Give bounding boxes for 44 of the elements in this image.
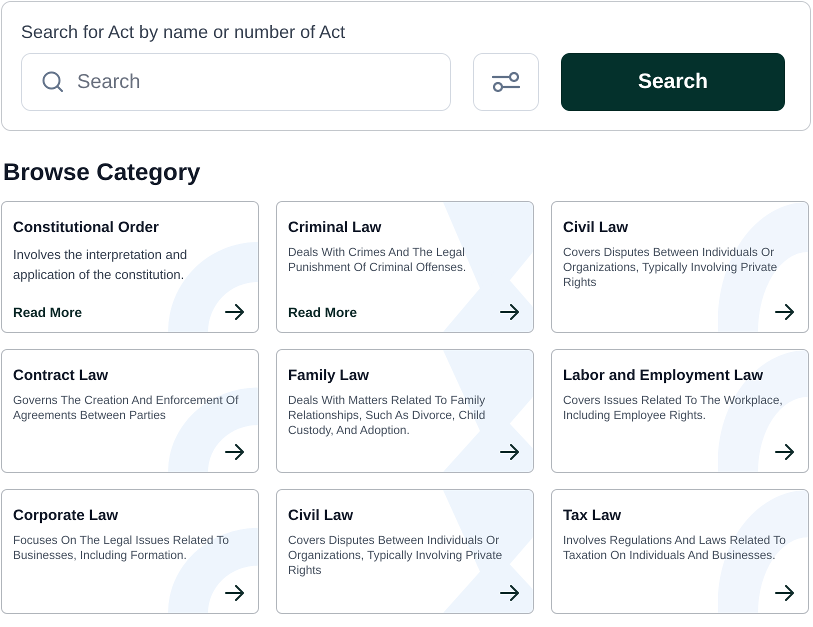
category-card[interactable]: Labor and Employment Law Covers Issues Related To The Workplace, Including Employee Rights. [551, 349, 809, 473]
filter-button[interactable] [473, 53, 539, 111]
category-card[interactable]: Civil Law Covers Disputes Between Individuals Or Organizations, Typically Involving Private Rights [276, 489, 534, 614]
category-card[interactable]: Family Law Deals With Matters Related To Family Relationships, Such As Divorce, Child Custody, And Adoption. [276, 349, 534, 473]
category-card[interactable]: Criminal Law Deals With Crimes And The Legal Punishment Of Criminal Offenses. Read More [276, 201, 534, 333]
category-title: Family Law [288, 367, 370, 384]
arrow-right-icon[interactable] [775, 304, 795, 320]
arrow-right-icon[interactable] [225, 304, 245, 320]
search-button[interactable]: Search [561, 53, 785, 111]
category-card[interactable]: Contract Law Governs The Creation And Enforcement Of Agreements Between Parties [1, 349, 259, 473]
category-title: Labor and Employment Law [563, 367, 764, 384]
arrow-right-icon[interactable] [775, 444, 795, 460]
category-title: Criminal Law [288, 219, 382, 236]
arrow-right-icon[interactable] [775, 585, 795, 601]
arrow-right-icon[interactable] [500, 304, 520, 320]
category-description: Deals With Matters Related To Family Relationships, Such As Divorce, Child Custody, And Adoption. [288, 393, 486, 438]
category-title: Tax Law [563, 507, 622, 524]
category-card[interactable]: Civil Law Covers Disputes Between Individuals Or Organizations, Typically Involving Private Rights [551, 201, 809, 333]
search-label: Search for Act by name or number of Act [21, 22, 346, 43]
category-title: Corporate Law [13, 507, 120, 524]
category-title: Civil Law [563, 219, 630, 236]
arrow-right-icon[interactable] [225, 585, 245, 601]
category-card[interactable]: Constitutional Order Involves the interpretation and application of the constitution. Read More [1, 201, 259, 333]
category-description: Involves the interpretation and application of the constitution. [13, 246, 188, 284]
arrow-right-icon[interactable] [500, 585, 520, 601]
arrow-right-icon[interactable] [500, 444, 520, 460]
category-description: Deals With Crimes And The Legal Punishment Of Criminal Offenses. [288, 245, 468, 275]
category-description: Covers Disputes Between Individuals Or Organizations, Typically Involving Private Rights [288, 533, 504, 578]
category-description: Covers Issues Related To The Workplace, Including Employee Rights. [563, 393, 784, 423]
category-card[interactable]: Corporate Law Focuses On The Legal Issues Related To Businesses, Including Formation. [1, 489, 259, 614]
category-description: Covers Disputes Between Individuals Or Organizations, Typically Involving Private Rights [563, 245, 778, 290]
category-card[interactable]: Tax Law Involves Regulations And Laws Related To Taxation On Individuals And Businesses. [551, 489, 809, 614]
read-more-link[interactable]: Read More [13, 304, 82, 320]
category-title: Constitutional Order [13, 219, 160, 236]
category-title: Civil Law [288, 507, 354, 524]
arrow-right-icon[interactable] [225, 444, 245, 460]
section-heading: Browse Category [3, 159, 202, 187]
category-description: Governs The Creation And Enforcement Of Agreements Between Parties [13, 393, 240, 423]
category-title: Contract Law [13, 367, 110, 384]
read-more-link[interactable]: Read More [288, 304, 358, 320]
filter-icon [491, 70, 521, 94]
search-field[interactable]: Search [21, 53, 451, 111]
category-description: Focuses On The Legal Issues Related To Businesses, Including Formation. [13, 533, 230, 563]
category-description: Involves Regulations And Laws Related To Taxation On Individuals And Businesses. [563, 533, 787, 563]
